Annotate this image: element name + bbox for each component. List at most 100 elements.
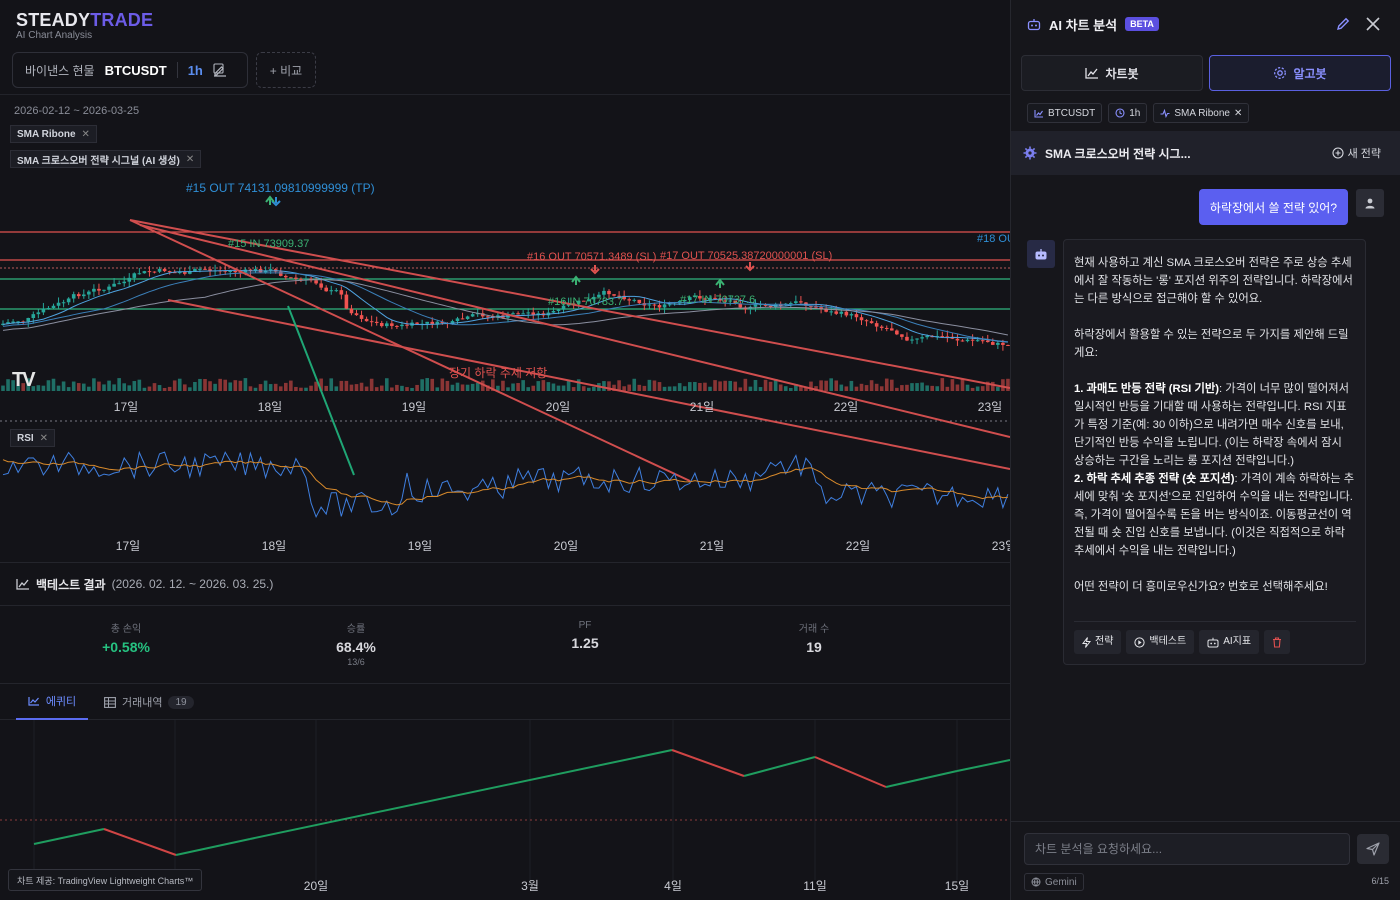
volume-bar — [551, 383, 556, 391]
indicator-tag-signal[interactable]: SMA 크로스오버 전략 시그널 (AI 생성) ✕ — [10, 150, 202, 168]
volume-bar — [410, 387, 414, 391]
equity-line-segment — [175, 838, 251, 856]
timeframe-label[interactable]: 1h — [188, 63, 203, 78]
candle — [799, 301, 803, 303]
exchange-label[interactable]: 바이낸스 현물 — [25, 62, 95, 79]
volume-bar — [864, 385, 869, 391]
candle — [379, 322, 384, 327]
volume-bar — [980, 386, 985, 391]
trade-label-out: #16 OUT 70571.3489 (SL) — [527, 251, 656, 263]
volume-bar — [733, 381, 738, 391]
close-icon[interactable]: ✕ — [40, 433, 48, 444]
sma-slow-line — [2, 279, 1008, 336]
candle — [117, 283, 121, 285]
candle — [107, 286, 111, 290]
chartbot-button[interactable]: 차트봇 — [1021, 55, 1203, 91]
volume-bar — [935, 386, 940, 391]
close-icon[interactable]: ✕ — [186, 154, 194, 165]
send-icon — [1366, 842, 1380, 856]
compare-button[interactable]: + 비교 — [256, 52, 316, 88]
candle — [667, 304, 672, 306]
list-item-title: 2. 하락 추세 추종 전략 (숏 포지션) — [1074, 473, 1235, 485]
bot-paragraph: 어떤 전략이 더 흥미로우신가요? 번호로 선택해주세요! — [1074, 581, 1328, 593]
chart-credit[interactable]: 차트 제공: TradingView Lightweight Charts™ — [8, 869, 203, 891]
volume-bar — [470, 383, 475, 391]
indicator-tag-sma[interactable]: SMA Ribone ✕ — [10, 125, 97, 143]
volume-bar — [460, 384, 465, 391]
volume-bar — [789, 387, 793, 391]
volume-bar — [248, 386, 253, 391]
candle — [152, 271, 157, 273]
candle — [1001, 342, 1005, 345]
symbol-selector[interactable]: 바이낸스 현물 BTCUSDT 1h — [12, 52, 248, 88]
chip-symbol[interactable]: BTCUSDT — [1027, 103, 1103, 123]
pencil-icon[interactable] — [1333, 14, 1353, 34]
trash-icon — [1273, 636, 1282, 648]
clock-icon — [1115, 108, 1125, 118]
strategy-action-button[interactable]: 전략 — [1074, 630, 1122, 654]
volume-bar — [642, 385, 647, 391]
candle — [374, 321, 379, 323]
send-button[interactable] — [1357, 834, 1389, 864]
candle — [662, 304, 667, 308]
delete-button[interactable] — [1264, 630, 1291, 654]
volume-bar — [132, 381, 137, 391]
candle — [879, 326, 884, 328]
symbol-label[interactable]: BTCUSDT — [105, 63, 167, 78]
indicator-tag-rsi[interactable]: RSI ✕ — [10, 429, 56, 447]
price-chart[interactable]: #15 OUT 74131.09810999999 (TP) #15 IN 739… — [0, 94, 1010, 560]
equity-line-segment — [671, 749, 745, 777]
volume-bar — [112, 384, 116, 391]
trade-label-out: #17 OUT 70525.38720000001 (SL) — [660, 250, 832, 262]
volume-bar — [996, 386, 1000, 391]
close-icon[interactable] — [1363, 14, 1383, 34]
chip-label: BTCUSDT — [1048, 107, 1096, 119]
volume-bar — [708, 386, 712, 391]
candle — [61, 302, 66, 304]
new-strategy-button[interactable]: 새 전략 — [1332, 145, 1381, 161]
volume-bar — [299, 387, 303, 391]
x-axis-label: 18일 — [258, 400, 282, 414]
edit-icon[interactable] — [213, 63, 227, 77]
volume-bar — [465, 384, 470, 391]
volume-bar — [359, 382, 364, 391]
candle — [329, 290, 334, 292]
volume-bar — [273, 383, 278, 391]
algobot-button[interactable]: 알고봇 — [1209, 55, 1391, 91]
volume-bar — [950, 379, 955, 391]
date-range: 2026-02-12 ~ 2026-03-25 — [14, 105, 140, 117]
candle — [92, 288, 96, 292]
trade-label-in: #16 IN 70783.7 — [548, 296, 623, 308]
model-selector[interactable]: Gemini — [1024, 873, 1084, 891]
candle — [602, 290, 606, 295]
candle — [142, 271, 147, 274]
candle — [162, 268, 167, 272]
volume-bar — [849, 380, 854, 391]
candle — [556, 309, 561, 311]
tab-equity[interactable]: 에퀴티 — [16, 684, 88, 720]
arrow-up-icon — [265, 195, 275, 205]
volume-bar — [385, 378, 389, 391]
volume-bar — [238, 380, 243, 391]
volume-bar — [884, 378, 889, 391]
volume-bar — [526, 387, 530, 391]
volume-bar — [1001, 379, 1005, 391]
candle — [991, 342, 995, 345]
volume-bar — [657, 382, 662, 391]
volume-bar — [910, 383, 914, 391]
close-icon[interactable]: ✕ — [82, 129, 90, 140]
chip-indicator[interactable]: SMA Ribone ✕ — [1153, 103, 1250, 123]
ai-indicator-action-button[interactable]: AI지표 — [1199, 630, 1260, 654]
volume-bar — [743, 378, 748, 391]
volume-bar — [703, 382, 707, 391]
close-icon[interactable]: ✕ — [1234, 108, 1242, 119]
candle — [884, 327, 889, 329]
candle — [304, 278, 308, 280]
tab-trades[interactable]: 거래내역 19 — [104, 684, 194, 720]
chip-timeframe[interactable]: 1h — [1108, 103, 1148, 123]
candle — [51, 305, 56, 309]
chat-input[interactable] — [1024, 833, 1350, 865]
backtest-action-button[interactable]: 백테스트 — [1126, 630, 1195, 654]
avatar — [1356, 189, 1384, 217]
strategy-name[interactable]: SMA 크로스오버 전략 시그... — [1045, 145, 1191, 162]
